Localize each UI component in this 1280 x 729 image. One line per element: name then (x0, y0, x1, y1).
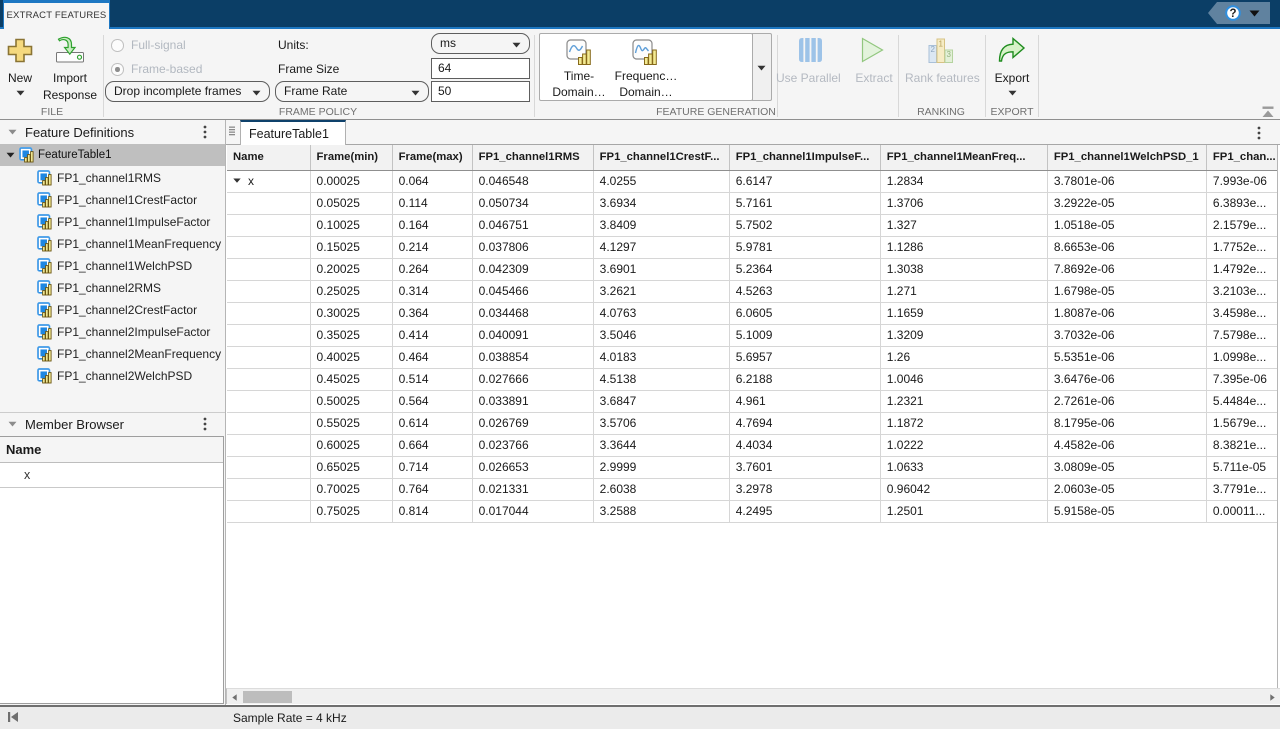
svg-text:?: ? (1229, 8, 1236, 20)
svg-text:1: 1 (938, 40, 943, 49)
svg-text:2: 2 (930, 45, 935, 54)
svg-text:3: 3 (946, 50, 951, 59)
